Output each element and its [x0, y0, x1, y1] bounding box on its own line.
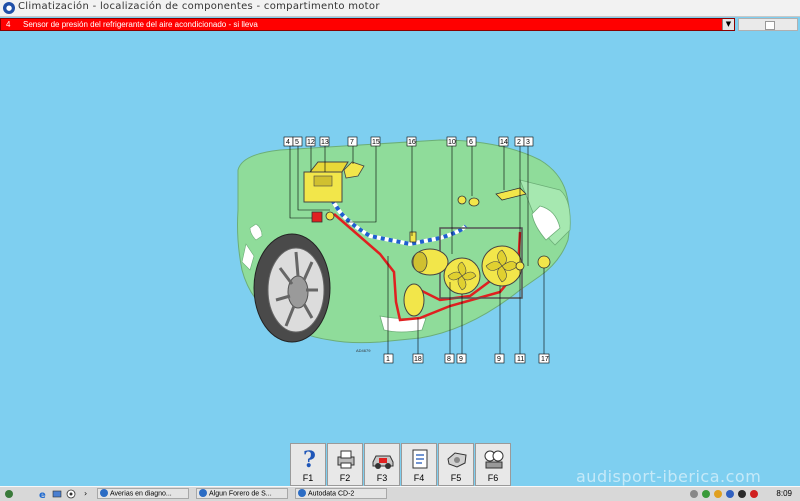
callout-label: 2: [517, 139, 521, 146]
taskbar-task[interactable]: Algun Forero de S...: [196, 488, 288, 499]
callout-label: 11: [517, 356, 524, 363]
callout-label: 7: [350, 139, 354, 146]
component-icon: [447, 452, 467, 468]
function-key-bar: ? F1 F2 F3 F4 F5 F6: [290, 443, 514, 487]
tray-icon[interactable]: [690, 490, 698, 498]
f3-vehicle-button[interactable]: F3: [364, 443, 400, 486]
document-icon: [412, 449, 428, 469]
fkey-label: F2: [339, 473, 351, 483]
sensor-17-icon: [537, 255, 551, 269]
f4-document-button[interactable]: F4: [401, 443, 437, 486]
receiver-drier-icon: [403, 283, 425, 317]
callout-labels-bottom: 1 18 8 9 9 11 17: [383, 353, 550, 364]
callout-label: 15: [372, 139, 380, 146]
callout-label: 16: [408, 139, 416, 146]
callout-label: 12: [307, 139, 315, 146]
tray-icon[interactable]: [738, 490, 746, 498]
f6-gauge-button[interactable]: F6: [475, 443, 511, 486]
start-icon[interactable]: [4, 489, 14, 499]
callout-label: 9: [459, 356, 463, 363]
clock: 8:09: [776, 489, 792, 498]
component-diagram: 4 5 12 13 7 15 16 10 6 14 2 3 1 18 8 9 9…: [237, 136, 571, 364]
help-question-icon: ?: [303, 447, 316, 471]
callout-label: 5: [295, 139, 299, 146]
chevron-right-icon[interactable]: ›: [84, 489, 94, 499]
gauge-icon: [484, 450, 504, 469]
callout-label: 18: [414, 356, 422, 363]
callout-label: 8: [447, 356, 451, 363]
f1-help-button[interactable]: ? F1: [290, 443, 326, 486]
tray-icon[interactable]: [714, 490, 722, 498]
fkey-label: F1: [302, 473, 314, 483]
diagram-code: AD4679: [356, 348, 371, 353]
tray-icon[interactable]: [726, 490, 734, 498]
watermark: audisport-iberica.com: [576, 467, 762, 486]
car-icon: [372, 455, 394, 469]
fkey-label: F5: [450, 473, 462, 483]
fkey-label: F4: [413, 473, 425, 483]
callout-label: 1: [386, 356, 390, 363]
callout-label: 17: [541, 356, 549, 363]
svg-text:?: ?: [303, 447, 316, 471]
tray-icon[interactable]: [750, 490, 758, 498]
taskbar-task-active[interactable]: Autodata CD-2: [295, 488, 387, 499]
front-wheel: [253, 233, 331, 343]
callout-label: 3: [526, 139, 530, 146]
desktop-icon[interactable]: [52, 489, 62, 499]
f5-component-button[interactable]: F5: [438, 443, 474, 486]
printer-icon: [337, 450, 355, 469]
tray-icon[interactable]: [702, 490, 710, 498]
relay-icon: [311, 211, 323, 223]
media-player-icon[interactable]: [66, 489, 76, 499]
fkey-label: F3: [376, 473, 388, 483]
taskbar-task[interactable]: Averias en diagno...: [97, 488, 189, 499]
callout-label: 13: [321, 139, 329, 146]
internet-explorer-icon[interactable]: e: [38, 489, 48, 499]
fkey-label: F6: [487, 473, 499, 483]
callout-label: 6: [469, 139, 473, 146]
svg-text:e: e: [39, 490, 46, 499]
taskbar: e › Averias en diagno... Algun Forero de…: [0, 486, 800, 501]
callout-label: 9: [497, 356, 501, 363]
callout-label: 4: [286, 139, 290, 146]
callout-label: 14: [500, 139, 508, 146]
callout-label: 10: [448, 139, 456, 146]
f2-print-button[interactable]: F2: [327, 443, 363, 486]
